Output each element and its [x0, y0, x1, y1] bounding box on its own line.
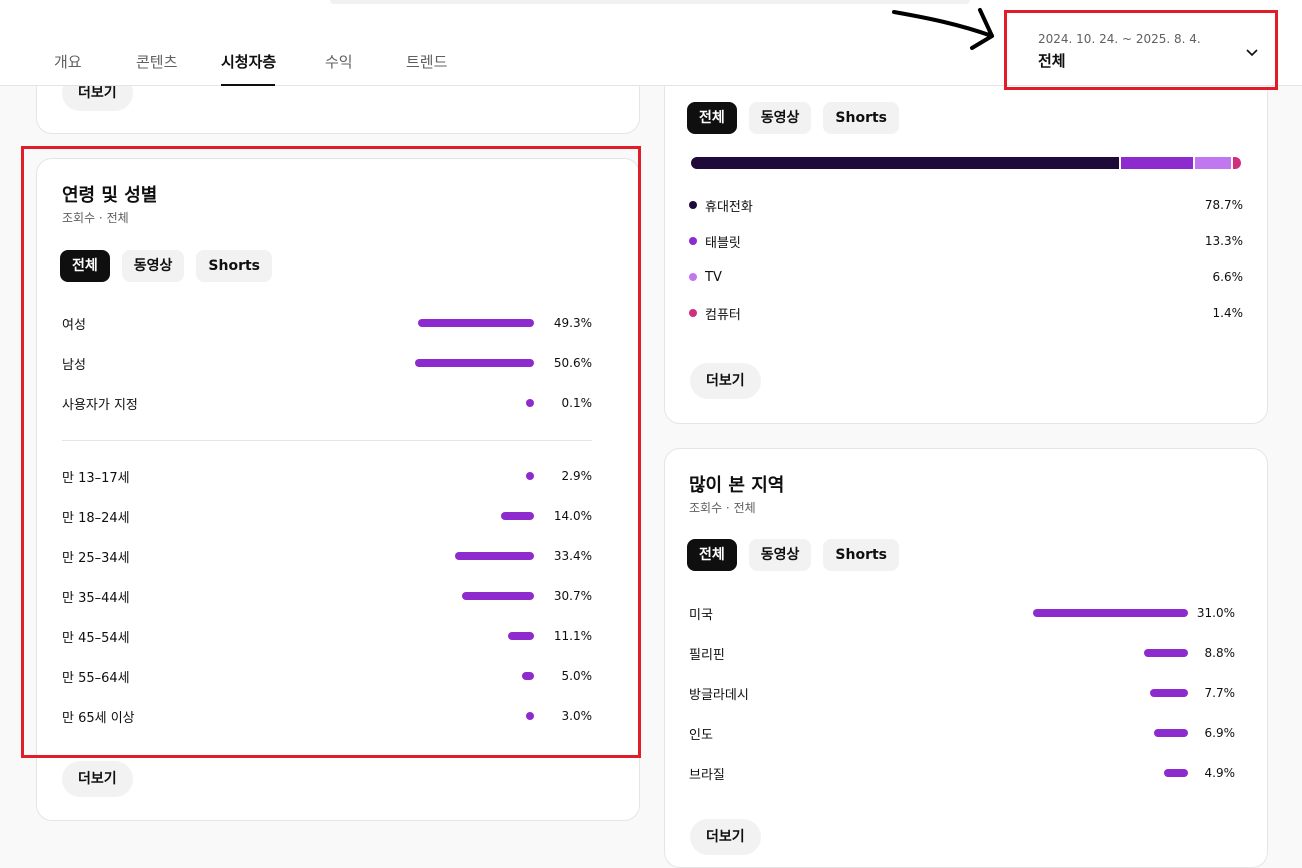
tab-content[interactable]: 콘텐츠 [136, 51, 177, 72]
more-button[interactable]: 더보기 [62, 761, 133, 797]
card-title: 많이 본 지역 [689, 475, 785, 496]
device-legend-label: 태블릿 [705, 235, 741, 251]
legend-dot [689, 237, 697, 245]
highlight-box-date-range [1004, 10, 1278, 90]
region-row: 인도 6.9% [689, 723, 1235, 743]
content-type-chips: 전체 동영상 Shorts [687, 539, 900, 571]
device-legend-item: TV 6.6% [689, 267, 1243, 287]
more-button[interactable]: 더보기 [690, 363, 761, 399]
region-row-bar [1033, 609, 1188, 617]
arrow-annotation [892, 8, 994, 50]
device-type-card: 전체 동영상 Shorts 휴대전화 78.7% 태블릿 13.3% TV 6.6% 컴퓨터… [664, 40, 1268, 424]
tab-overview[interactable]: 개요 [54, 51, 82, 72]
region-row-label: 방글라데시 [689, 687, 749, 703]
device-share-segment [1233, 157, 1241, 169]
region-row-label: 브라질 [689, 767, 725, 783]
region-row: 방글라데시 7.7% [689, 683, 1235, 703]
tab-trends[interactable]: 트렌드 [406, 51, 447, 72]
chip-videos[interactable]: 동영상 [748, 102, 812, 134]
device-share-segment [1195, 157, 1232, 169]
device-legend-value: 13.3% [1204, 234, 1243, 248]
search-bar-edge [330, 0, 970, 4]
device-legend-value: 78.7% [1204, 198, 1243, 212]
top-regions-card: 많이 본 지역 조회수 · 전체 전체 동영상 Shorts 미국 31.0% 필리… [664, 448, 1268, 868]
device-legend-label: 컴퓨터 [705, 307, 741, 323]
region-row-label: 필리핀 [689, 647, 725, 663]
device-legend-item: 태블릿 13.3% [689, 231, 1243, 251]
region-row: 필리핀 8.8% [689, 643, 1235, 663]
legend-dot [689, 273, 697, 281]
active-tab-indicator [221, 84, 275, 86]
device-legend-label: TV [705, 269, 722, 285]
region-row-label: 미국 [689, 607, 713, 623]
region-row-value: 8.8% [1204, 646, 1236, 660]
chip-all[interactable]: 전체 [687, 539, 737, 571]
legend-dot [689, 201, 697, 209]
device-legend-label: 휴대전화 [705, 199, 753, 215]
device-legend-item: 휴대전화 78.7% [689, 195, 1243, 215]
more-button[interactable]: 더보기 [690, 819, 761, 855]
region-row-value: 4.9% [1204, 766, 1236, 780]
device-legend-item: 컴퓨터 1.4% [689, 303, 1243, 323]
chip-all[interactable]: 전체 [687, 102, 737, 134]
chip-videos[interactable]: 동영상 [748, 539, 812, 571]
region-row-value: 7.7% [1204, 686, 1236, 700]
content-type-chips: 전체 동영상 Shorts [687, 102, 900, 134]
device-legend-value: 6.6% [1212, 270, 1244, 284]
highlight-box-age-gender [21, 146, 641, 758]
device-share-segment [691, 157, 1120, 169]
tab-revenue[interactable]: 수익 [325, 51, 353, 72]
device-share-bar [691, 157, 1241, 169]
card-subtitle: 조회수 · 전체 [689, 501, 756, 515]
region-row-value: 6.9% [1204, 726, 1236, 740]
region-row-bar [1149, 689, 1188, 697]
region-row-label: 인도 [689, 727, 713, 743]
tab-audience[interactable]: 시청자층 [221, 51, 276, 72]
region-row: 브라질 4.9% [689, 763, 1235, 783]
legend-dot [689, 309, 697, 317]
chip-shorts[interactable]: Shorts [823, 102, 900, 134]
region-row-bar [1163, 769, 1188, 777]
device-legend-value: 1.4% [1212, 306, 1244, 320]
region-row-bar [1153, 729, 1188, 737]
region-row-value: 31.0% [1196, 606, 1235, 620]
region-row: 미국 31.0% [689, 603, 1235, 623]
device-share-segment [1121, 157, 1194, 169]
region-row-bar [1144, 649, 1188, 657]
chip-shorts[interactable]: Shorts [823, 539, 900, 571]
